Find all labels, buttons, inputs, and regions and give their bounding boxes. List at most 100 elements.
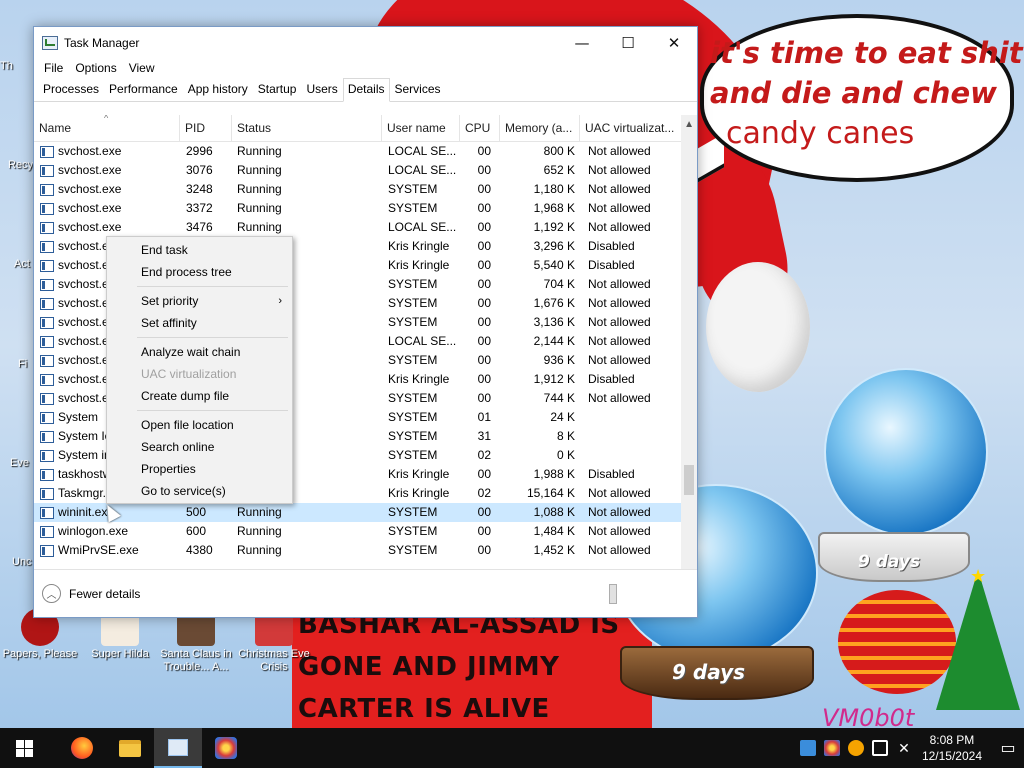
clock-time: 8:08 PM [929,733,975,747]
tab-startup[interactable]: Startup [253,78,302,101]
taskbar-file-explorer-button[interactable] [106,728,154,768]
pid-cell: 3476 [186,220,213,234]
menu-view[interactable]: View [123,61,161,75]
process-name: svchost.e [58,334,109,348]
column-header-uac[interactable]: UAC virtualizat... [580,115,683,142]
cpu-cell: 31 [477,429,491,443]
clock-date: 12/15/2024 [921,749,982,763]
context-menu-item-label: End task [141,243,188,257]
user-name-cell: SYSTEM [388,429,438,443]
star-icon: ★ [970,566,987,586]
table-row[interactable]: wininit.ex 500 Running SYSTEM 00 1,088 K Not a… [34,503,681,522]
table-row[interactable]: svchost.exe 3076 Running LOCAL SE... 00 652 K… [34,161,681,180]
column-header-pid[interactable]: PID [180,115,232,142]
network-icon[interactable] [871,740,888,756]
memory-cell: 1,452 K [533,543,575,557]
uac-cell: Not allowed [588,163,651,177]
notification-icon[interactable]: ▭ [992,738,1024,758]
context-menu-item-analyze-wait-chain[interactable]: Analyze wait chain [107,341,292,363]
context-menu-item-properties[interactable]: Properties [107,458,292,480]
minimize-button[interactable]: — [559,27,605,58]
taskbar-clock[interactable]: 8:08 PM 12/15/2024 [922,732,982,764]
cpu-cell: 01 [477,410,491,424]
cpu-cell: 00 [477,277,491,291]
context-menu-item-search-online[interactable]: Search online [107,436,292,458]
process-icon [40,430,54,443]
tab-performance[interactable]: Performance [104,78,183,101]
menu-file[interactable]: File [38,61,69,75]
uac-cell: Disabled [588,258,635,272]
countdown-label: 9 days [858,552,921,572]
taskbar-firefox-button[interactable] [58,728,106,768]
tab-users[interactable]: Users [301,78,342,101]
menu-options[interactable]: Options [69,61,122,75]
context-menu-item-label: Open file location [141,418,234,432]
start-button[interactable] [0,728,48,768]
vertical-scrollbar[interactable]: ▲ [681,115,697,570]
table-row[interactable]: svchost.exe 3476 Running LOCAL SE... 00 1,192… [34,218,681,237]
process-name: System in [58,448,111,462]
context-menu-item-label: Analyze wait chain [141,345,241,359]
user-name-cell: SYSTEM [388,391,438,405]
column-header-user-name[interactable]: User name [382,115,460,142]
context-menu-item-set-priority[interactable]: Set priority › [107,290,292,312]
user-name-cell: SYSTEM [388,524,438,538]
scrollbar-thumb[interactable] [684,465,694,495]
process-name: winlogon.exe [58,524,129,538]
user-name-cell: SYSTEM [388,296,438,310]
context-menu-item-go-to-service-s[interactable]: Go to service(s) [107,480,292,502]
cpu-cell: 00 [477,543,491,557]
taskbar-task-manager-button[interactable] [154,728,202,768]
tab-details[interactable]: Details [342,78,390,102]
column-header-cpu[interactable]: CPU [460,115,500,142]
memory-cell: 2,144 K [533,334,575,348]
memory-cell: 1,192 K [533,220,575,234]
pid-cell: 600 [186,524,207,538]
title-bar[interactable]: Task Manager — ☐ ✕ [34,27,697,58]
tab-services[interactable]: Services [390,78,446,101]
caption-buttons: — ☐ ✕ [559,27,697,58]
menu-separator [137,410,288,411]
user-name-cell: SYSTEM [388,448,438,462]
process-name: taskhostw [58,467,112,481]
column-header-memory[interactable]: Memory (a... [500,115,580,142]
tab-app-history[interactable]: App history [183,78,253,101]
context-menu-item-end-process-tree[interactable]: End process tree [107,261,292,283]
process-icon [40,468,54,481]
tray-app-icon[interactable] [799,740,816,756]
pid-cell: 3372 [186,201,213,215]
desktop-icon-label[interactable]: Th [0,60,34,72]
table-row[interactable]: svchost.exe 3372 Running SYSTEM 00 1,968 K Not… [34,199,681,218]
scroll-up-icon[interactable]: ▲ [684,119,694,130]
column-header-status[interactable]: Status [232,115,382,142]
process-icon [40,449,54,462]
close-button[interactable]: ✕ [651,27,697,58]
tray-game-icon[interactable] [823,740,840,756]
process-icon [40,354,54,367]
context-menu-item-label: End process tree [141,265,232,279]
uac-cell: Not allowed [588,334,651,348]
chevron-right-icon: › [278,295,282,307]
column-header-name[interactable]: Name [34,115,180,142]
process-name-cell: svchost.exe [40,180,180,199]
tab-processes[interactable]: Processes [38,78,104,101]
pid-cell: 3076 [186,163,213,177]
table-row[interactable]: WmiPrvSE.exe 4380 Running SYSTEM 00 1,452 K No… [34,541,681,560]
end-task-button-partial[interactable] [609,584,617,604]
fewer-details-link[interactable]: Fewer details [69,587,140,601]
memory-cell: 652 K [543,163,575,177]
volume-muted-icon[interactable]: ✕ [896,740,912,756]
context-menu-item-end-task[interactable]: End task [107,239,292,261]
maximize-button[interactable]: ☐ [605,27,651,58]
table-row[interactable]: svchost.exe 3248 Running SYSTEM 00 1,180 K Not… [34,180,681,199]
context-menu-item-set-affinity[interactable]: Set affinity [107,312,292,334]
tray-search-icon[interactable] [847,740,864,756]
chevron-up-icon[interactable]: ︿ [42,584,61,603]
context-menu-item-open-file-location[interactable]: Open file location [107,414,292,436]
context-menu-item-create-dump-file[interactable]: Create dump file [107,385,292,407]
table-row[interactable]: winlogon.exe 600 Running SYSTEM 00 1,484 K Not… [34,522,681,541]
taskbar-game-app-button[interactable] [202,728,250,768]
table-row[interactable]: svchost.exe 2996 Running LOCAL SE... 00 800 K… [34,142,681,161]
memory-cell: 5,540 K [533,258,575,272]
tab-strip: Processes Performance App history Startu… [34,78,697,102]
